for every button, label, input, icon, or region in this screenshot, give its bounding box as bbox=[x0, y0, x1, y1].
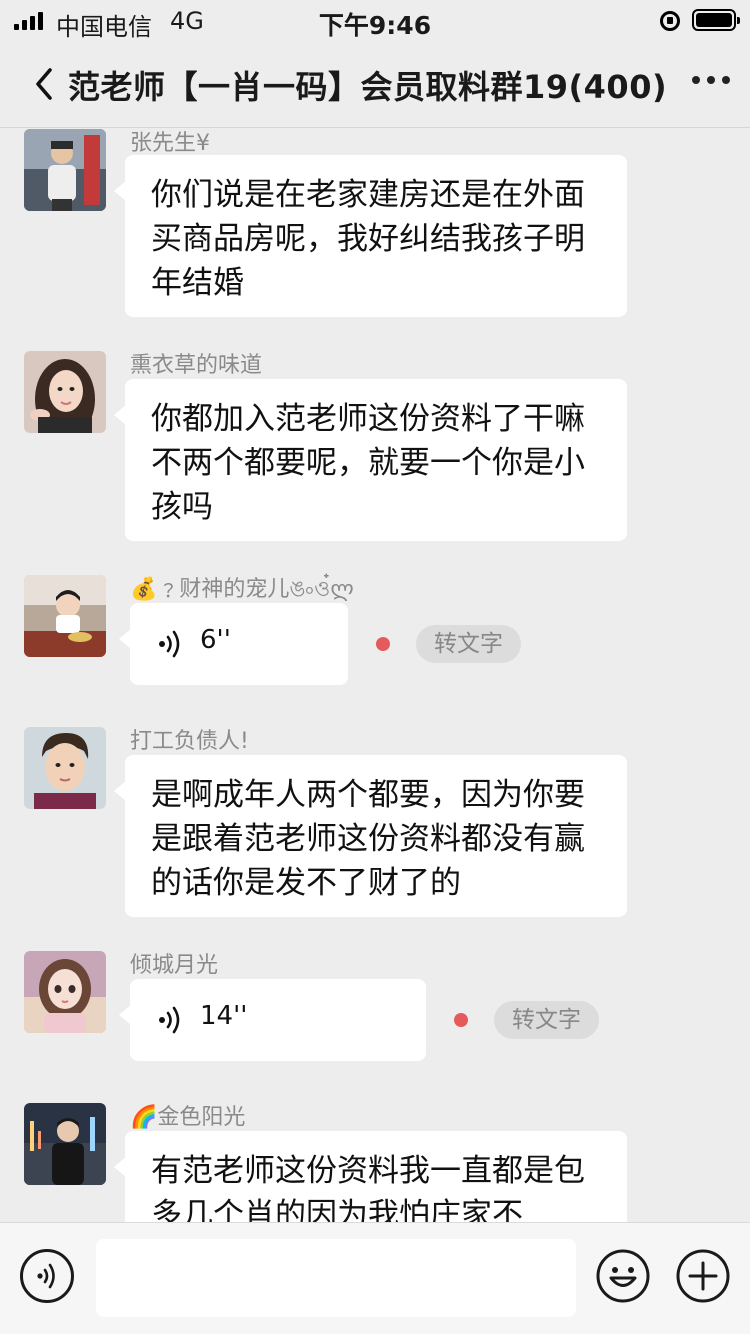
unread-dot bbox=[376, 637, 390, 651]
message-item: 熏衣草的味道 你都加入范老师这份资料了干嘛不两个都要呢，就要一个你是小孩吗 bbox=[0, 351, 750, 551]
message-item: 倾城月光 14'' 转文字 bbox=[0, 951, 750, 1063]
message-item: 💰﹖财神的宠儿ঙ৹ও๋ლ 6'' 转文字 bbox=[0, 575, 750, 687]
message-input[interactable] bbox=[96, 1239, 576, 1317]
unread-dot bbox=[454, 1013, 468, 1027]
sender-name: 打工负债人! bbox=[130, 729, 249, 754]
message-bubble[interactable]: 你们说是在老家建房还是在外面买商品房呢，我好纠结我孩子明年结婚 bbox=[114, 155, 627, 317]
convert-to-text-button[interactable]: 转文字 bbox=[494, 1001, 599, 1039]
voice-duration: 14'' bbox=[200, 1001, 248, 1031]
avatar[interactable] bbox=[24, 1103, 106, 1185]
convert-to-text-button[interactable]: 转文字 bbox=[416, 625, 521, 663]
sender-name: 熏衣草的味道 bbox=[130, 353, 263, 378]
voice-duration: 6'' bbox=[200, 625, 231, 655]
input-bar bbox=[0, 1222, 750, 1334]
voice-message-bubble[interactable]: 14'' bbox=[119, 979, 426, 1061]
emoji-icon[interactable] bbox=[596, 1249, 650, 1303]
battery-icon bbox=[692, 9, 740, 31]
message-item: 张先生¥ 你们说是在老家建房还是在外面买商品房呢，我好纠结我孩子明年结婚 bbox=[0, 129, 750, 327]
message-text: 有范老师这份资料我一直都是包多几个肖的因为我怕庄家不 bbox=[151, 1153, 585, 1222]
sender-name: 倾城月光 bbox=[130, 953, 219, 978]
avatar[interactable] bbox=[24, 951, 106, 1033]
chevron-left-icon[interactable] bbox=[28, 64, 68, 104]
message-bubble[interactable]: 是啊成年人两个都要，因为你要是跟着范老师这份资料都没有赢的话你是发不了财了的 bbox=[114, 755, 627, 917]
voice-input-icon[interactable] bbox=[20, 1249, 74, 1303]
more-dots-icon[interactable] bbox=[692, 76, 730, 84]
avatar[interactable] bbox=[24, 575, 106, 657]
plus-icon[interactable] bbox=[676, 1249, 730, 1303]
message-text: 你都加入范老师这份资料了干嘛不两个都要呢，就要一个你是小孩吗 bbox=[151, 401, 585, 525]
status-bar: 中国电信 4G 下午9:46 bbox=[0, 0, 750, 41]
message-bubble[interactable]: 有范老师这份资料我一直都是包多几个肖的因为我怕庄家不 bbox=[114, 1131, 627, 1222]
avatar[interactable] bbox=[24, 727, 106, 809]
message-list[interactable]: 张先生¥ 你们说是在老家建房还是在外面买商品房呢，我好纠结我孩子明年结婚 熏衣草… bbox=[0, 129, 750, 1222]
avatar[interactable] bbox=[24, 129, 106, 211]
message-item: 🌈金色阳光 有范老师这份资料我一直都是包多几个肖的因为我怕庄家不 bbox=[0, 1103, 750, 1222]
message-text: 是啊成年人两个都要，因为你要是跟着范老师这份资料都没有赢的话你是发不了财了的 bbox=[151, 777, 585, 901]
rotation-lock-icon bbox=[660, 11, 680, 31]
sender-name: 张先生¥ bbox=[130, 131, 210, 156]
message-bubble[interactable]: 你都加入范老师这份资料了干嘛不两个都要呢，就要一个你是小孩吗 bbox=[114, 379, 627, 541]
chat-header: 范老师【一肖一码】会员取料群19(400) bbox=[0, 40, 750, 128]
voice-wave-icon bbox=[159, 630, 180, 658]
clock: 下午9:46 bbox=[318, 11, 432, 40]
message-item: 打工负债人! 是啊成年人两个都要，因为你要是跟着范老师这份资料都没有赢的话你是发… bbox=[0, 727, 750, 927]
voice-wave-icon bbox=[159, 1006, 180, 1034]
sender-name: 🌈金色阳光 bbox=[130, 1105, 246, 1130]
message-text: 你们说是在老家建房还是在外面买商品房呢，我好纠结我孩子明年结婚 bbox=[151, 177, 585, 301]
chat-title: 范老师【一肖一码】会员取料群19(400) bbox=[68, 68, 668, 106]
avatar[interactable] bbox=[24, 351, 106, 433]
voice-message-bubble[interactable]: 6'' bbox=[119, 603, 348, 685]
